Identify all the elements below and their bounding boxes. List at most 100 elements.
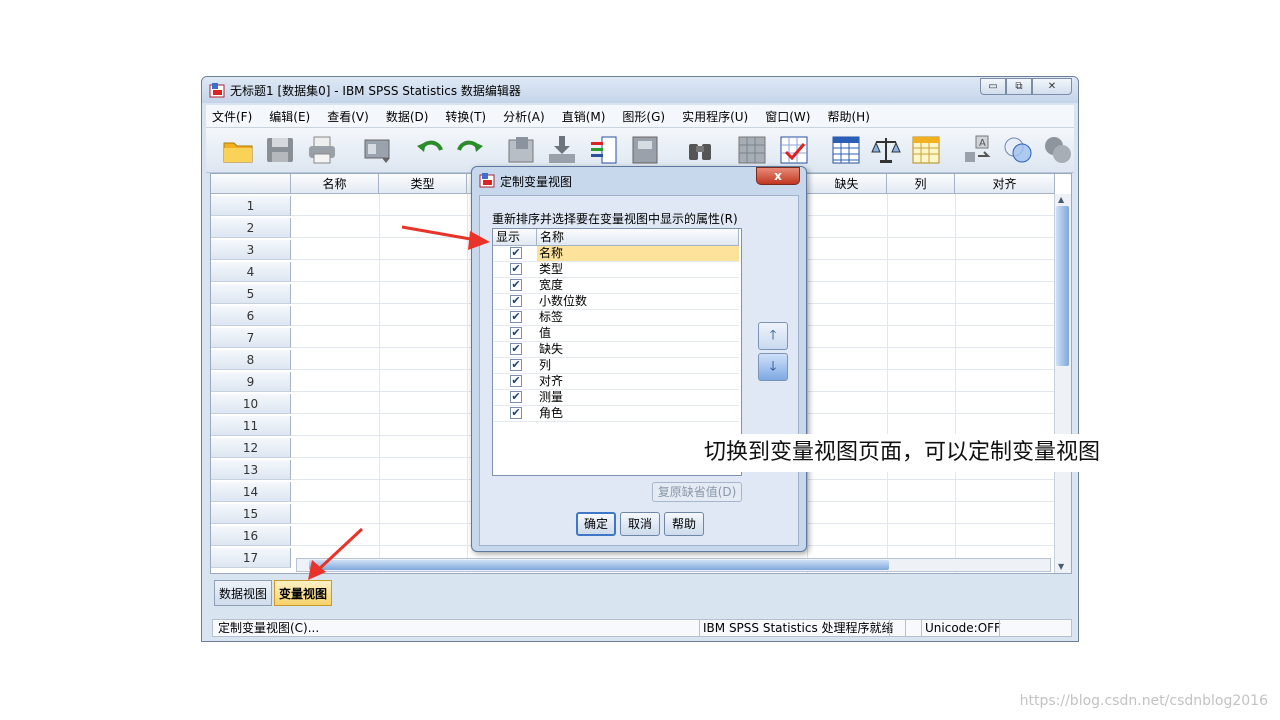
scroll-up-icon[interactable]: ▲ — [1058, 195, 1064, 204]
col-header-type[interactable]: 类型 — [379, 174, 467, 194]
variables-icon[interactable] — [588, 134, 620, 166]
attribute-name: 值 — [539, 326, 552, 340]
checkbox[interactable]: ✔ — [510, 247, 522, 259]
status-unicode: Unicode:OFF — [921, 620, 1001, 636]
menu-analyze[interactable]: 分析(A) — [497, 108, 551, 125]
row-header[interactable]: 3 — [211, 240, 291, 260]
insert-variable-icon[interactable] — [778, 134, 810, 166]
vertical-scrollbar[interactable]: ▲ ▼ — [1054, 194, 1071, 573]
row-header[interactable]: 16 — [211, 526, 291, 546]
col-header-align[interactable]: 对齐 — [955, 174, 1055, 194]
row-header[interactable]: 17 — [211, 548, 291, 568]
col-header-missing[interactable]: 缺失 — [807, 174, 887, 194]
row-header[interactable]: 13 — [211, 460, 291, 480]
maximize-button[interactable]: ⧉ — [1006, 78, 1032, 95]
checkbox[interactable]: ✔ — [510, 391, 522, 403]
row-header[interactable]: 10 — [211, 394, 291, 414]
title-bar[interactable]: 无标题1 [数据集0] - IBM SPSS Statistics 数据编辑器 … — [202, 77, 1078, 103]
list-item[interactable]: ✔ 值 — [493, 326, 739, 342]
checkbox[interactable]: ✔ — [510, 327, 522, 339]
dialog-recall-icon[interactable] — [362, 134, 394, 166]
row-header[interactable]: 5 — [211, 284, 291, 304]
row-header[interactable]: 4 — [211, 262, 291, 282]
menu-help[interactable]: 帮助(H) — [821, 108, 875, 125]
checkbox[interactable]: ✔ — [510, 311, 522, 323]
checkbox[interactable]: ✔ — [510, 295, 522, 307]
checkbox[interactable]: ✔ — [510, 375, 522, 387]
scroll-down-icon[interactable]: ▼ — [1058, 562, 1064, 571]
print-icon[interactable] — [306, 134, 338, 166]
row-header[interactable]: 7 — [211, 328, 291, 348]
checkbox[interactable]: ✔ — [510, 407, 522, 419]
attribute-name: 小数位数 — [539, 294, 588, 308]
menu-transform[interactable]: 转换(T) — [439, 108, 492, 125]
list-item[interactable]: ✔ 标签 — [493, 310, 739, 326]
list-item[interactable]: ✔ 小数位数 — [493, 294, 739, 310]
tab-variable-view[interactable]: 变量视图 — [274, 580, 333, 606]
row-header[interactable]: 2 — [211, 218, 291, 238]
value-labels-icon[interactable]: A — [962, 134, 994, 166]
row-header[interactable]: 8 — [211, 350, 291, 370]
checkbox[interactable]: ✔ — [510, 279, 522, 291]
checkbox[interactable]: ✔ — [510, 359, 522, 371]
list-item[interactable]: ✔ 对齐 — [493, 374, 739, 390]
tab-data-view[interactable]: 数据视图 — [214, 580, 273, 606]
minimize-button[interactable]: ▭ — [980, 78, 1006, 95]
find-icon[interactable] — [684, 134, 716, 166]
row-header[interactable]: 1 — [211, 196, 291, 216]
menu-edit[interactable]: 编辑(E) — [263, 108, 316, 125]
dialog-close-button[interactable]: x — [756, 167, 800, 185]
menu-graphs[interactable]: 图形(G) — [616, 108, 671, 125]
menu-direct-marketing[interactable]: 直销(M) — [556, 108, 612, 125]
menu-data[interactable]: 数据(D) — [380, 108, 435, 125]
goto-case-icon[interactable] — [506, 134, 538, 166]
row-header[interactable]: 12 — [211, 438, 291, 458]
run-descriptives-icon[interactable] — [630, 134, 662, 166]
status-bar: 定制变量视图(C)... IBM SPSS Statistics 处理程序就绪 … — [212, 619, 1072, 637]
move-up-button[interactable]: 🡑 — [758, 322, 788, 350]
menu-utilities[interactable]: 实用程序(U) — [676, 108, 754, 125]
show-all-icon[interactable] — [1042, 134, 1074, 166]
use-sets-icon[interactable] — [1002, 134, 1034, 166]
menu-window[interactable]: 窗口(W) — [759, 108, 816, 125]
split-file-icon[interactable] — [830, 134, 862, 166]
row-header[interactable]: 6 — [211, 306, 291, 326]
cancel-button[interactable]: 取消 — [620, 512, 660, 536]
list-item[interactable]: ✔ 类型 — [493, 262, 739, 278]
view-tabs: 数据视图 变量视图 — [214, 580, 334, 608]
window-title: 无标题1 [数据集0] - IBM SPSS Statistics 数据编辑器 — [230, 84, 521, 98]
menu-file[interactable]: 文件(F) — [206, 108, 258, 125]
ok-button[interactable]: 确定 — [576, 512, 616, 536]
vertical-scroll-thumb[interactable] — [1056, 206, 1069, 366]
annotation-callout: 切换到变量视图页面，可以定制变量视图 — [694, 434, 1138, 472]
undo-icon[interactable] — [414, 134, 446, 166]
list-item[interactable]: ✔ 测量 — [493, 390, 739, 406]
list-item[interactable]: ✔ 缺失 — [493, 342, 739, 358]
menu-view[interactable]: 查看(V) — [321, 108, 375, 125]
move-down-button[interactable]: 🡓 — [758, 353, 788, 381]
goto-variable-icon[interactable] — [546, 134, 578, 166]
checkbox[interactable]: ✔ — [510, 263, 522, 275]
list-item[interactable]: ✔ 宽度 — [493, 278, 739, 294]
col-header-name[interactable]: 名称 — [291, 174, 379, 194]
weight-cases-icon[interactable] — [870, 134, 902, 166]
row-header[interactable]: 14 — [211, 482, 291, 502]
horizontal-scroll-thumb[interactable] — [309, 560, 889, 570]
restore-defaults-button[interactable]: 复原缺省值(D) — [652, 482, 742, 502]
select-cases-icon[interactable] — [910, 134, 942, 166]
horizontal-scrollbar[interactable] — [296, 558, 1051, 572]
row-header[interactable]: 9 — [211, 372, 291, 392]
list-item[interactable]: ✔ 名称 — [493, 246, 739, 262]
insert-cases-icon[interactable] — [736, 134, 768, 166]
list-item[interactable]: ✔ 列 — [493, 358, 739, 374]
redo-icon[interactable] — [454, 134, 486, 166]
open-folder-icon[interactable] — [222, 134, 254, 166]
row-header[interactable]: 15 — [211, 504, 291, 524]
help-button[interactable]: 帮助 — [664, 512, 704, 536]
save-icon[interactable] — [264, 134, 296, 166]
checkbox[interactable]: ✔ — [510, 343, 522, 355]
row-header[interactable]: 11 — [211, 416, 291, 436]
list-item[interactable]: ✔ 角色 — [493, 406, 739, 422]
col-header-columns[interactable]: 列 — [887, 174, 955, 194]
close-button[interactable]: ✕ — [1032, 78, 1072, 95]
